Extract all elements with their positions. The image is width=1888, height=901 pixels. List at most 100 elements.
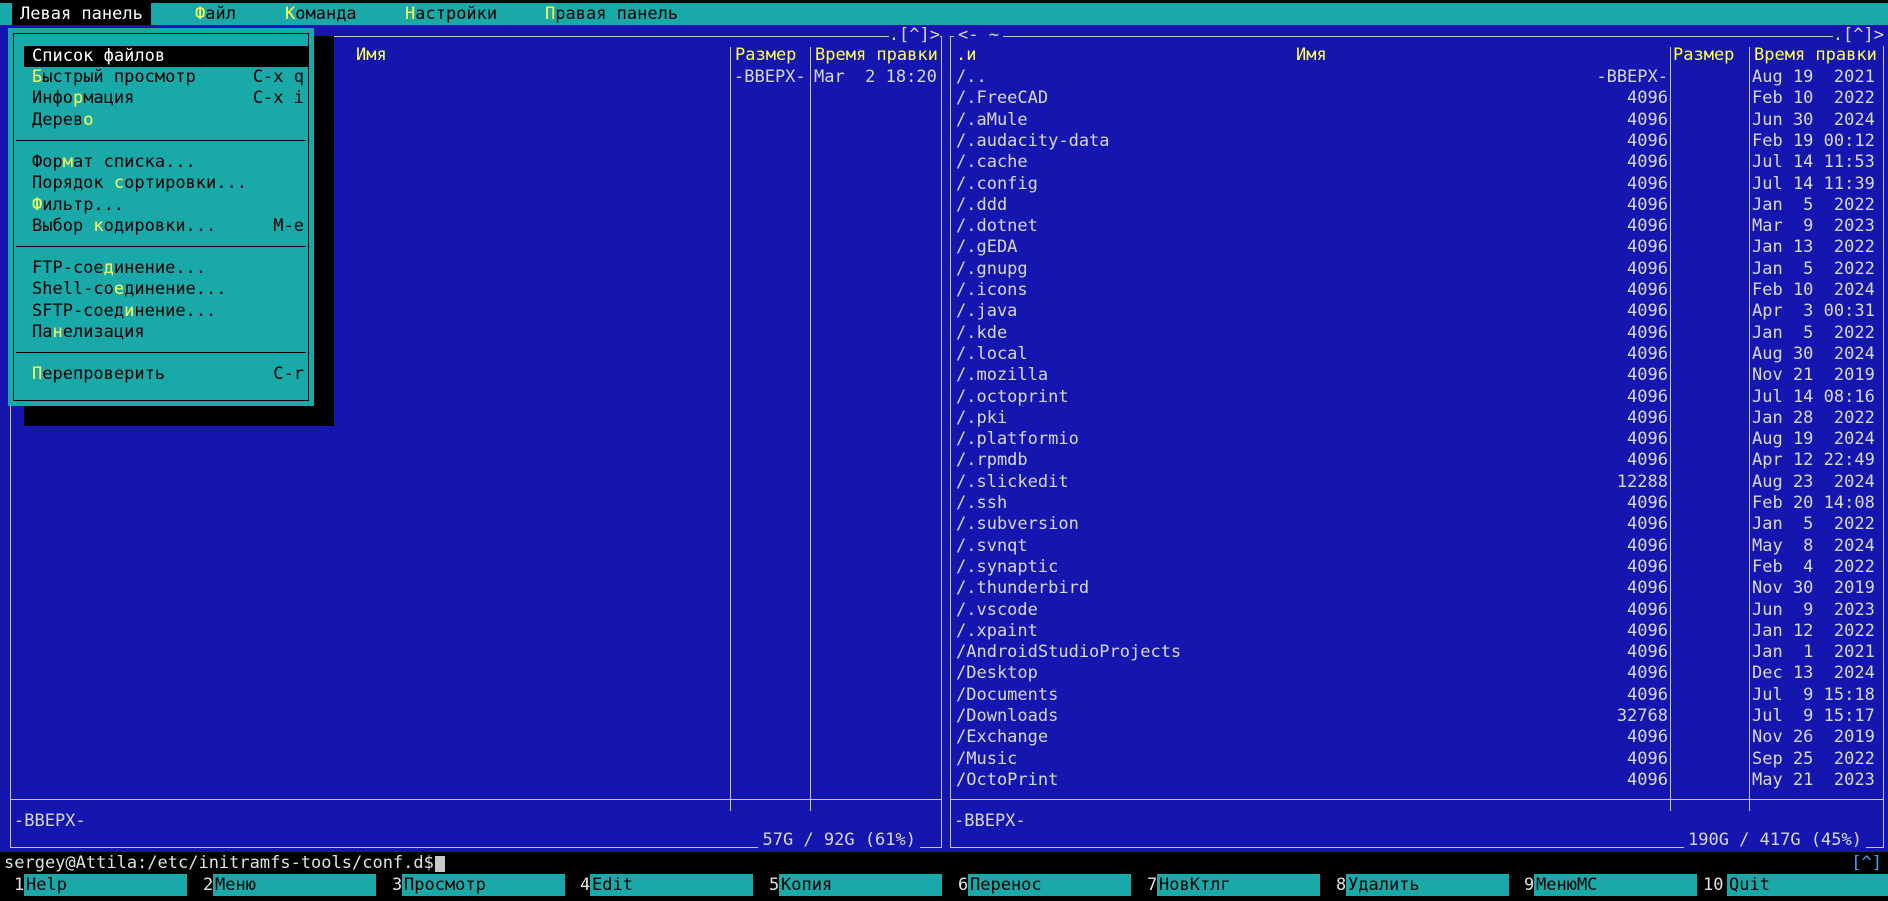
- left-col-name-header[interactable]: Имя: [356, 45, 387, 66]
- file-name: /.svnqt: [956, 535, 1028, 556]
- file-name: /.octoprint: [956, 386, 1069, 407]
- menu-file[interactable]: Файл: [195, 3, 236, 25]
- file-row[interactable]: /.thunderbird 4096 Nov 30 2019: [952, 578, 1882, 599]
- file-name: /.aMule: [956, 109, 1028, 130]
- file-row[interactable]: /.gEDA 4096 Jan 13 2022: [952, 237, 1882, 258]
- file-row[interactable]: /.icons 4096 Feb 10 2024: [952, 280, 1882, 301]
- left-panel-dropdown-menu: Список файлов Быстрый просмотр C-x q Информ…: [8, 28, 314, 406]
- dropdown-item[interactable]: Перепроверить C-r: [32, 364, 322, 385]
- file-size: 4096: [1627, 109, 1668, 130]
- file-row[interactable]: /.svnqt 4096 May 8 2024: [952, 536, 1882, 557]
- fkey-label: Help: [24, 874, 187, 896]
- fkey-9[interactable]: 9 МенюМС: [1510, 874, 1699, 896]
- menu-command[interactable]: Команда: [285, 3, 357, 25]
- dropdown-item[interactable]: Shell-соединение...: [32, 279, 322, 300]
- file-mtime: Jun 9 2023: [1752, 599, 1875, 620]
- file-row[interactable]: /.octoprint 4096 Jul 14 08:16: [952, 387, 1882, 408]
- file-row[interactable]: /.rpmdb 4096 Apr 12 22:49: [952, 450, 1882, 471]
- file-row[interactable]: /Exchange 4096 Nov 26 2019: [952, 727, 1882, 748]
- dropdown-item[interactable]: Выбор кодировки... M-e: [32, 216, 322, 237]
- command-line[interactable]: sergey@Attila:/etc/initramfs-tools/conf.…: [0, 852, 1888, 874]
- file-name: /Music: [956, 748, 1018, 769]
- dropdown-item[interactable]: Порядок сортировки...: [32, 173, 322, 194]
- subshell-toggle[interactable]: [^]: [1851, 852, 1882, 874]
- file-size: 4096: [1627, 727, 1668, 748]
- left-panel-topright[interactable]: .[^]>: [888, 25, 940, 47]
- file-row[interactable]: /Documents 4096 Jul 9 15:18: [952, 685, 1882, 706]
- menu-settings[interactable]: Настройки: [405, 3, 497, 25]
- file-row[interactable]: /OctoPrint 4096 May 21 2023: [952, 770, 1882, 791]
- right-panel-status: -ВВЕРХ-: [954, 811, 1026, 831]
- right-panel[interactable]: <- ~ .[^]> .и Имя Размер Время правки /.…: [944, 25, 1888, 852]
- fkey-7[interactable]: 7 НовКтлг: [1133, 874, 1322, 896]
- left-col-time-header[interactable]: Время правки: [815, 45, 938, 66]
- dropdown-item-label: Дерев: [32, 110, 84, 130]
- dropdown-item[interactable]: FTP-соединение...: [32, 258, 322, 279]
- file-row[interactable]: /.synaptic 4096 Feb 4 2022: [952, 557, 1882, 578]
- file-row[interactable]: /.subversion 4096 Jan 5 2022: [952, 514, 1882, 535]
- fkey-1[interactable]: 1 Help: [0, 874, 189, 896]
- dropdown-item[interactable]: Фильтр...: [32, 195, 322, 216]
- file-row[interactable]: /Desktop 4096 Dec 13 2024: [952, 663, 1882, 684]
- dropdown-item[interactable]: Быстрый просмотр C-x q: [32, 67, 322, 88]
- file-row[interactable]: /.xpaint 4096 Jan 12 2022: [952, 621, 1882, 642]
- fkey-6[interactable]: 6 Перенос: [944, 874, 1133, 896]
- file-row[interactable]: /.mozilla 4096 Nov 21 2019: [952, 365, 1882, 386]
- file-row[interactable]: /.cache 4096 Jul 14 11:53: [952, 152, 1882, 173]
- file-row[interactable]: /.ssh 4096 Feb 20 14:08: [952, 493, 1882, 514]
- menu-command-label: оманда: [295, 4, 357, 24]
- right-col-sort-indicator[interactable]: .и: [956, 45, 976, 66]
- fkey-3[interactable]: 3 Просмотр: [378, 874, 567, 896]
- dropdown-item[interactable]: SFTP-соединение...: [32, 301, 322, 322]
- file-row[interactable]: /.ddd 4096 Jan 5 2022: [952, 195, 1882, 216]
- menu-right-panel[interactable]: Правая панель: [545, 3, 678, 25]
- file-row[interactable]: /.FreeCAD 4096 Feb 10 2022: [952, 88, 1882, 109]
- file-name: /AndroidStudioProjects: [956, 642, 1182, 663]
- right-col-name-header[interactable]: Имя: [1296, 45, 1327, 66]
- fkey-10[interactable]: 10 Quit: [1699, 874, 1888, 896]
- dropdown-item[interactable]: Формат списка...: [32, 152, 322, 173]
- left-col-size-header[interactable]: Размер: [735, 45, 796, 66]
- file-row[interactable]: /.config 4096 Jul 14 11:39: [952, 174, 1882, 195]
- file-row[interactable]: /.dotnet 4096 Mar 9 2023: [952, 216, 1882, 237]
- file-row[interactable]: /.slickedit 12288 Aug 23 2024: [952, 472, 1882, 493]
- file-row[interactable]: /AndroidStudioProjects 4096 Jan 1 2021: [952, 642, 1882, 663]
- file-row[interactable]: /.kde 4096 Jan 5 2022: [952, 323, 1882, 344]
- dropdown-item-shortcut: C-x q: [252, 67, 304, 87]
- dropdown-item[interactable]: Дерево: [32, 110, 322, 131]
- right-panel-path[interactable]: <- ~: [954, 25, 1003, 47]
- file-row[interactable]: /.aMule 4096 Jun 30 2024: [952, 110, 1882, 131]
- file-row[interactable]: /.gnupg 4096 Jan 5 2022: [952, 259, 1882, 280]
- fkey-number: 5: [769, 875, 780, 895]
- file-mtime: Apr 3 00:31: [1752, 301, 1875, 322]
- file-mtime: Aug 19 2021: [1752, 67, 1875, 87]
- file-mtime: Jul 14 11:53: [1752, 152, 1875, 173]
- menu-left-panel[interactable]: Левая панель: [12, 3, 151, 25]
- right-col-size-header[interactable]: Размер: [1673, 45, 1734, 66]
- fkey-4[interactable]: 4 Edit: [566, 874, 755, 896]
- right-col-time-header[interactable]: Время правки: [1754, 45, 1877, 66]
- menu-file-label: айл: [205, 4, 236, 24]
- dropdown-item[interactable]: Список файлов: [24, 46, 308, 67]
- file-row[interactable]: /.local 4096 Aug 30 2024: [952, 344, 1882, 365]
- fkey-5[interactable]: 5 Копия: [755, 874, 944, 896]
- file-row[interactable]: /.vscode 4096 Jun 9 2023: [952, 600, 1882, 621]
- dropdown-item[interactable]: Информация C-x i: [32, 88, 322, 109]
- fkey-2[interactable]: 2 Меню: [189, 874, 378, 896]
- right-panel-topright[interactable]: .[^]>: [1832, 25, 1884, 47]
- dropdown-item-shortcut: C-x i: [252, 88, 304, 108]
- file-row[interactable]: /.audacity-data 4096 Feb 19 00:12: [952, 131, 1882, 152]
- file-row[interactable]: /.. -ВВЕРХ- Aug 19 2021: [952, 67, 1882, 88]
- file-row[interactable]: /.java 4096 Apr 3 00:31: [952, 301, 1882, 322]
- file-row[interactable]: /.platformio 4096 Aug 19 2024: [952, 429, 1882, 450]
- fkey-8[interactable]: 8 Удалить: [1322, 874, 1511, 896]
- file-size: 4096: [1627, 194, 1668, 215]
- fkey-number: 2: [203, 875, 214, 895]
- dropdown-item-label: FTP-сое: [32, 258, 104, 278]
- file-row[interactable]: /.pki 4096 Jan 28 2022: [952, 408, 1882, 429]
- file-row[interactable]: /Downloads 32768 Jul 9 15:17: [952, 706, 1882, 727]
- file-size: 4096: [1627, 258, 1668, 279]
- file-row[interactable]: /Music 4096 Sep 25 2022: [952, 749, 1882, 770]
- dropdown-item[interactable]: Панелизация: [32, 322, 322, 343]
- file-size: 4096: [1627, 556, 1668, 577]
